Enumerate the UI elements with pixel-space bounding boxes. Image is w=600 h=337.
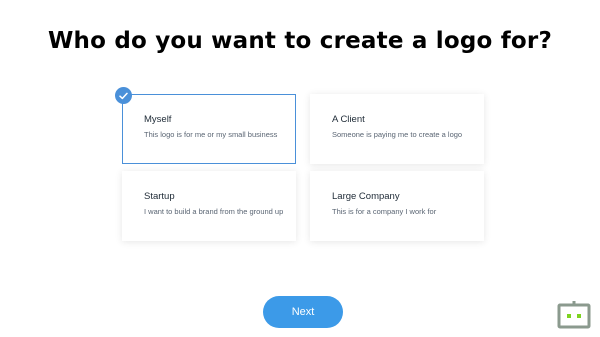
option-card-startup[interactable]: Startup I want to build a brand from the… bbox=[122, 171, 296, 241]
page-title: Who do you want to create a logo for? bbox=[47, 28, 553, 54]
option-title: Large Company bbox=[332, 191, 400, 202]
option-description: Someone is paying me to create a logo bbox=[332, 130, 463, 139]
logo-audience-page: Who do you want to create a logo for? My… bbox=[0, 0, 600, 337]
option-description: This is for a company I work for bbox=[332, 207, 437, 216]
option-description: This logo is for me or my small business bbox=[144, 130, 278, 139]
option-title: A Client bbox=[332, 114, 365, 125]
robot-icon[interactable] bbox=[557, 301, 591, 334]
option-card-large-company[interactable]: Large Company This is for a company I wo… bbox=[310, 171, 484, 241]
option-title: Myself bbox=[144, 114, 172, 125]
option-card-a-client[interactable]: A Client Someone is paying me to create … bbox=[310, 94, 484, 164]
option-title: Startup bbox=[144, 191, 175, 202]
checkmark-icon bbox=[115, 87, 132, 104]
next-button[interactable]: Next bbox=[263, 296, 343, 328]
option-card-myself[interactable]: Myself This logo is for me or my small b… bbox=[122, 94, 296, 164]
option-description: I want to build a brand from the ground … bbox=[144, 207, 284, 216]
